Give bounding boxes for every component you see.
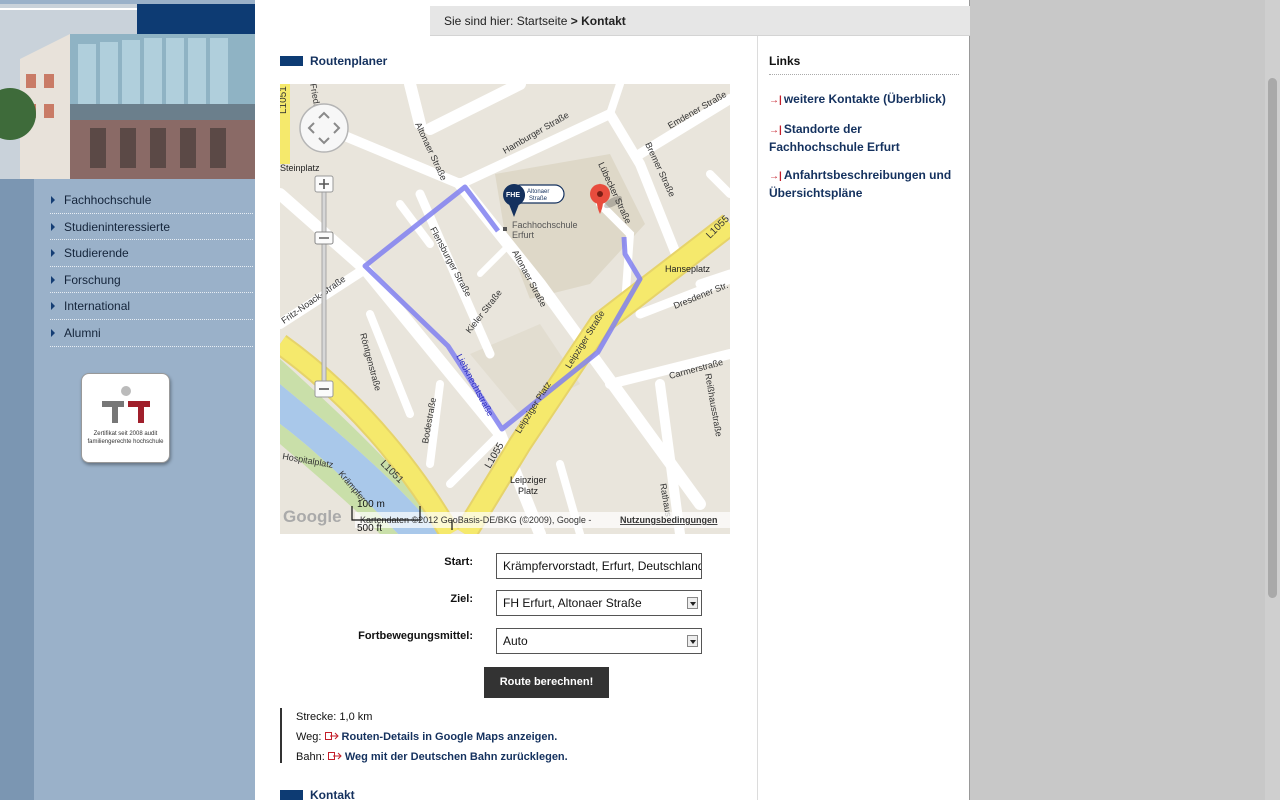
distance-line: Strecke: 1,0 km xyxy=(296,708,600,728)
start-input[interactable]: Krämpfervorstadt, Erfurt, Deutschland xyxy=(496,553,702,579)
place-label: Leipziger xyxy=(510,475,547,485)
place-label: Hanseplatz xyxy=(665,264,711,274)
nav-item-studierende[interactable]: Studierende xyxy=(50,240,253,267)
breadcrumb: Sie sind hier: Startseite > Kontakt xyxy=(430,6,970,36)
link-arrow-icon: →| xyxy=(769,125,782,136)
campus-building-photo xyxy=(0,4,255,179)
nav-item-forschung[interactable]: Forschung xyxy=(50,267,253,294)
google-logo: Google xyxy=(283,507,342,526)
link-standorte[interactable]: →| Standorte der Fachhochschule Erfurt xyxy=(769,121,959,155)
nav-item-studieninteressierte[interactable]: Studieninteressierte xyxy=(50,214,253,241)
bahn-label: Bahn: xyxy=(296,751,325,763)
map-pan-control-icon[interactable] xyxy=(298,102,350,154)
external-link-icon xyxy=(327,752,342,760)
google-maps-details-link[interactable]: Routen-Details in Google Maps anzeigen. xyxy=(342,731,558,743)
family-audit-certificate-badge[interactable]: Zertifikat seit 2008 audit familiengerec… xyxy=(81,373,170,463)
main-content: Sie sind hier: Startseite > Kontakt Rout… xyxy=(255,0,970,800)
audit-logo-icon xyxy=(102,386,150,423)
nav-arrow-icon xyxy=(51,196,55,204)
nav-item-international[interactable]: International xyxy=(50,293,253,320)
nav-arrow-icon xyxy=(51,302,55,311)
nav-arrow-icon xyxy=(51,249,55,258)
dropdown-arrow-icon xyxy=(687,597,698,609)
dropdown-arrow-icon xyxy=(687,635,698,647)
place-label: Erfurt xyxy=(512,230,535,240)
breadcrumb-home-link[interactable]: Startseite xyxy=(517,14,568,28)
ziel-label: Ziel: xyxy=(450,593,473,605)
bahn-line: Bahn: Weg mit der Deutschen Bahn zurückl… xyxy=(296,748,600,768)
start-label: Start: xyxy=(444,556,473,568)
svg-text:500 ft: 500 ft xyxy=(357,523,382,534)
links-title: Links xyxy=(769,54,959,75)
main-navigation: Fachhochschule Studieninteressierte Stud… xyxy=(50,187,253,347)
routenplaner-title: Routenplaner xyxy=(310,54,388,68)
link-weitere-kontakte[interactable]: →| weitere Kontakte (Überblick) xyxy=(769,91,959,109)
left-column: Fachhochschule Studieninteressierte Stud… xyxy=(0,0,255,800)
left-stripe xyxy=(0,179,34,800)
links-sidebar: Links →| weitere Kontakte (Überblick) →| S… xyxy=(769,54,959,213)
deutsche-bahn-link[interactable]: Weg mit der Deutschen Bahn zurücklegen. xyxy=(345,751,568,763)
link-anfahrtsbeschreibungen[interactable]: →| Anfahrtsbeschreibungen und Übersichtsp… xyxy=(769,167,959,201)
mode-select[interactable]: Auto xyxy=(496,628,702,654)
calculate-route-button[interactable]: Route berechnen! xyxy=(484,667,609,698)
place-label: Steinplatz xyxy=(280,163,320,173)
map-zoom-slider[interactable] xyxy=(312,174,336,399)
nav-arrow-icon xyxy=(51,222,55,231)
svg-text:FHE: FHE xyxy=(506,192,520,199)
link-arrow-icon: →| xyxy=(769,171,782,182)
svg-text:100 m: 100 m xyxy=(357,499,385,510)
certificate-text: Zertifikat seit 2008 audit familiengerec… xyxy=(87,431,164,445)
breadcrumb-current: Kontakt xyxy=(581,14,626,28)
kontakt-title: Kontakt xyxy=(310,788,355,800)
nav-arrow-icon xyxy=(51,275,55,284)
column-divider xyxy=(757,36,758,800)
mode-label: Fortbewegungsmittel: xyxy=(358,630,473,642)
route-result: Strecke: 1,0 km Weg: Routen-Details in G… xyxy=(280,708,600,763)
section-bar-icon xyxy=(280,790,303,800)
nav-arrow-icon xyxy=(51,328,55,337)
place-label: Fachhochschule xyxy=(512,220,578,230)
breadcrumb-separator: > xyxy=(570,14,578,28)
breadcrumb-prefix: Sie sind hier: xyxy=(444,14,514,28)
section-bar-icon xyxy=(280,56,303,66)
svg-text:Straße: Straße xyxy=(529,196,548,202)
scrollbar-thumb[interactable] xyxy=(1268,78,1277,598)
map-terms-link[interactable]: Nutzungsbedingungen xyxy=(620,515,717,525)
link-arrow-icon: →| xyxy=(769,95,782,106)
weg-label: Weg: xyxy=(296,731,322,743)
ziel-select[interactable]: FH Erfurt, Altonaer Straße xyxy=(496,590,702,616)
weg-line: Weg: Routen-Details in Google Maps anzei… xyxy=(296,728,600,748)
svg-text:Altonaer: Altonaer xyxy=(527,189,549,195)
distance-label: Strecke: xyxy=(296,711,337,723)
place-label: Platz xyxy=(518,486,539,496)
nav-item-alumni[interactable]: Alumni xyxy=(50,320,253,347)
road-label-l1051: L1051 xyxy=(280,86,289,114)
route-map[interactable]: L1055 L1055 L1051 L1051 Hamburger Straße… xyxy=(280,84,730,534)
distance-value: 1,0 km xyxy=(339,711,373,723)
nav-item-fachhochschule[interactable]: Fachhochschule xyxy=(50,187,253,214)
external-link-icon xyxy=(324,732,339,740)
